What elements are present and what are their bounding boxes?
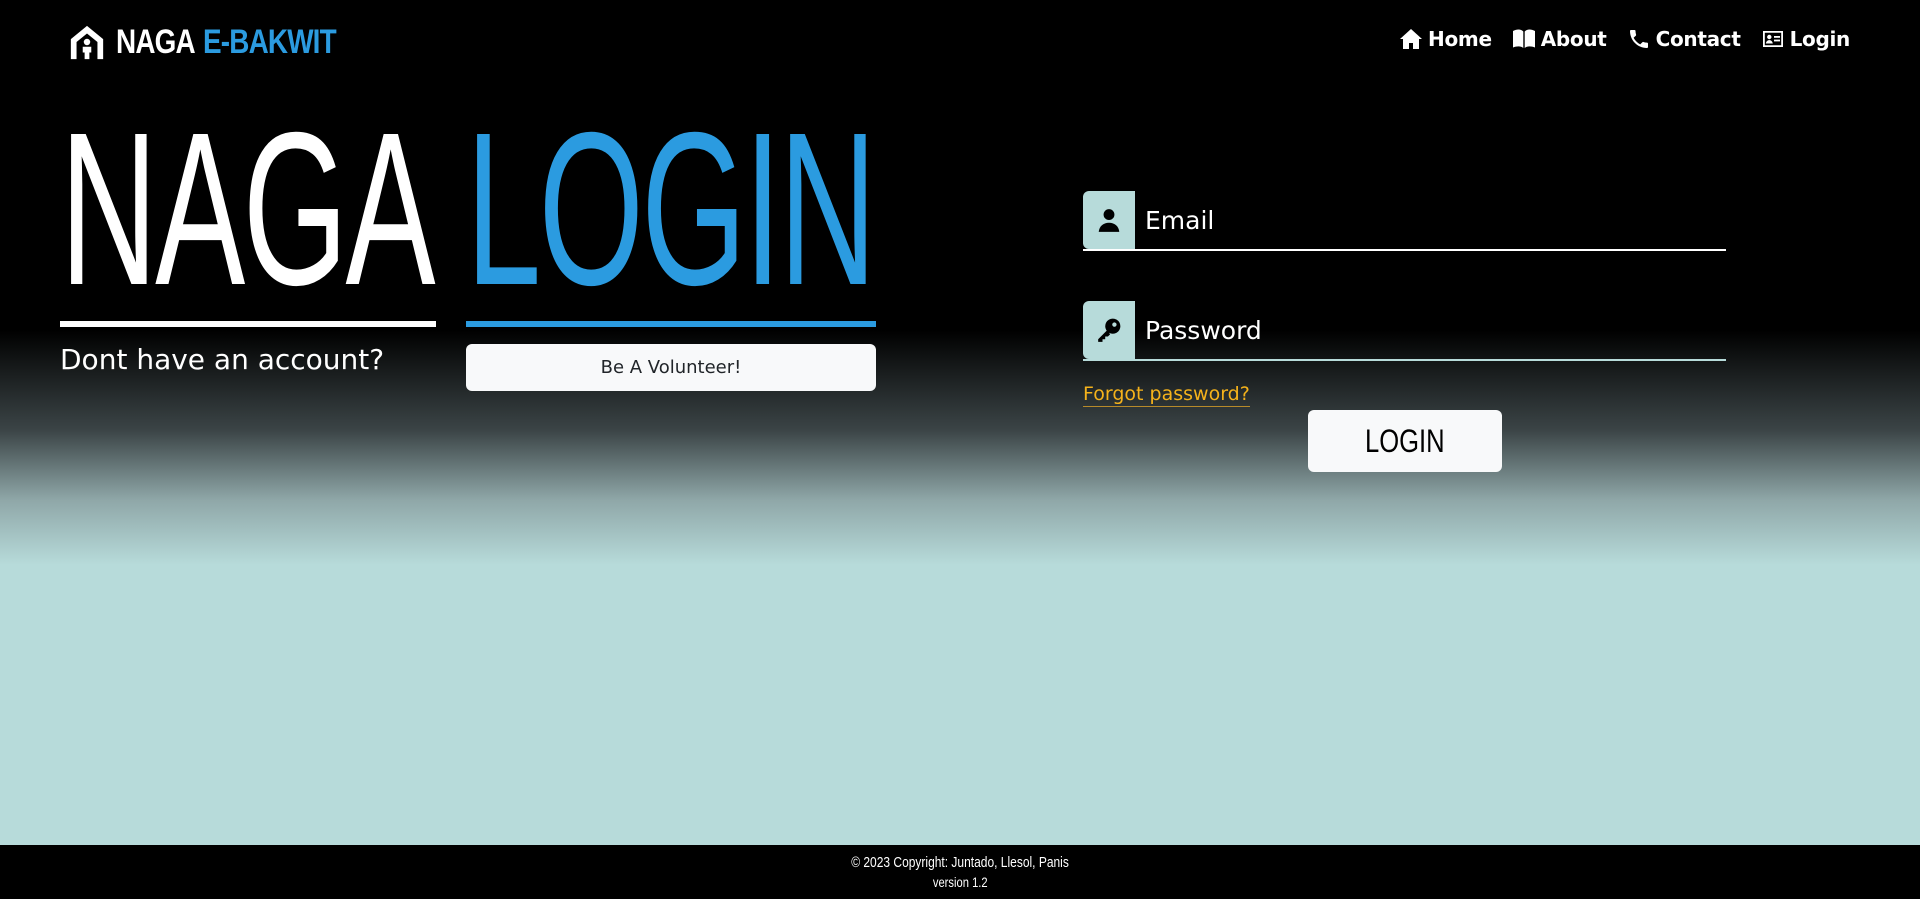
- main-nav: Home About Contact Login: [1399, 22, 1850, 56]
- nav-about[interactable]: About: [1512, 27, 1607, 51]
- brand-name: NAGA E-BAKWIT: [116, 22, 337, 62]
- home-icon: [1400, 29, 1423, 49]
- footer-version: version 1.2: [932, 874, 988, 890]
- id-card-icon: [1762, 31, 1783, 47]
- no-account-text: Dont have an account?: [60, 343, 385, 376]
- book-icon: [1512, 29, 1535, 48]
- nav-home-label: Home: [1428, 27, 1492, 51]
- phone-icon: [1629, 30, 1648, 48]
- hero-title-blue: LOGIN: [466, 88, 877, 331]
- nav-contact-label: Contact: [1655, 27, 1741, 51]
- hero-title: NAGA LOGIN: [60, 88, 877, 331]
- password-field-group: [1083, 301, 1726, 361]
- brand-name-blue: E-BAKWIT: [203, 22, 337, 61]
- login-button-label: LOGIN: [1365, 422, 1445, 459]
- key-icon: [1098, 318, 1121, 342]
- be-a-volunteer-button[interactable]: Be A Volunteer!: [466, 344, 876, 391]
- nav-about-label: About: [1540, 27, 1607, 51]
- brand-name-white: NAGA: [116, 22, 196, 61]
- nav-home[interactable]: Home: [1399, 27, 1492, 51]
- email-field-group: [1083, 191, 1726, 251]
- underline-blue: [466, 321, 876, 327]
- brand-logo[interactable]: NAGA E-BAKWIT: [68, 20, 384, 64]
- nav-login-label: Login: [1789, 27, 1851, 51]
- footer: © 2023 Copyright: Juntado, Llesol, Panis…: [0, 845, 1920, 899]
- forgot-password-link[interactable]: Forgot password?: [1083, 383, 1250, 407]
- login-button[interactable]: LOGIN: [1308, 410, 1502, 472]
- user-icon: [1098, 209, 1120, 232]
- hero-title-white: NAGA: [60, 88, 436, 331]
- email-input[interactable]: [1135, 191, 1726, 249]
- email-field-icon-box: [1083, 191, 1135, 249]
- house-person-icon: [70, 25, 104, 60]
- nav-contact[interactable]: Contact: [1627, 27, 1741, 51]
- password-field-icon-box: [1083, 301, 1135, 359]
- password-input[interactable]: [1135, 301, 1726, 359]
- footer-copyright: © 2023 Copyright: Juntado, Llesol, Panis: [851, 854, 1069, 871]
- nav-login[interactable]: Login: [1761, 27, 1850, 51]
- underline-white: [60, 321, 436, 327]
